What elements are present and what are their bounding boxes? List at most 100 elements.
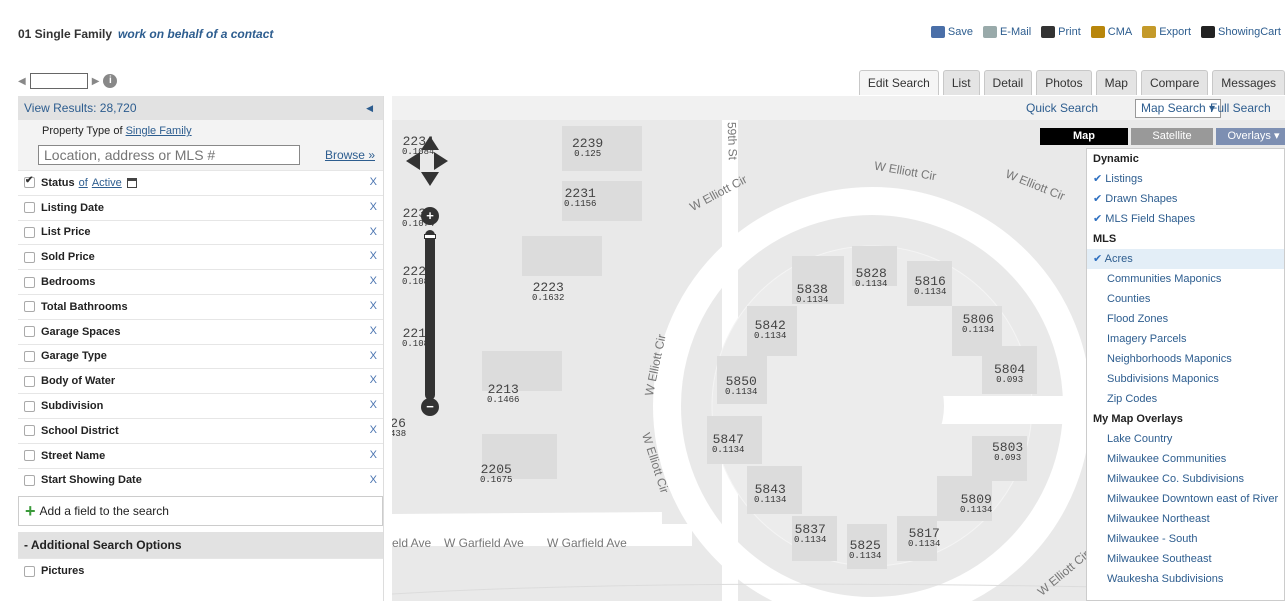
parcel-label[interactable]: 5847 0.1134 [712,433,744,456]
page-input[interactable] [29,73,88,89]
criteria-checkbox[interactable] [24,251,35,263]
prev-arrow-icon[interactable]: ◀ [18,76,26,87]
additional-option-row[interactable]: Pictures [18,558,383,583]
view-results-bar[interactable]: View Results: 28,720 ◀ [18,96,383,120]
criteria-row[interactable]: List Price X [18,219,383,245]
zoom-slider-handle[interactable] [424,234,436,239]
criteria-row[interactable]: Body of Water X [18,368,383,393]
criteria-checkbox[interactable] [24,175,35,189]
overlay-item[interactable]: ✔ Drawn Shapes [1087,189,1284,209]
criteria-checkbox[interactable] [24,474,35,486]
criteria-row[interactable]: Subdivision X [18,393,383,418]
parcel-label[interactable]: 2223 0.1632 [532,281,564,304]
showingcart-button[interactable]: ShowingCart [1201,26,1281,38]
pan-down-icon[interactable] [421,172,439,186]
overlay-item[interactable]: Waukesha Subdivisions [1087,569,1284,589]
quick-search-link[interactable]: Quick Search [1026,101,1098,115]
save-button[interactable]: Save [930,26,973,38]
zoom-slider[interactable] [424,230,436,400]
parcel-label[interactable]: 2239 0.125 [572,137,603,160]
remove-criteria-button[interactable]: X [370,176,377,188]
parcel-label[interactable]: 5837 0.1134 [794,523,826,546]
criteria-row[interactable]: Garage Type X [18,343,383,369]
tab-list[interactable]: List [942,70,980,95]
criteria-row[interactable]: Sold Price X [18,244,383,269]
zoom-out-icon[interactable]: − [421,398,439,416]
criteria-checkbox[interactable] [24,375,35,387]
criteria-checkbox[interactable] [24,326,35,338]
pan-up-icon[interactable] [421,136,439,150]
export-button[interactable]: Export [1142,26,1191,38]
overlay-item[interactable]: Neighborhoods Maponics [1087,349,1284,369]
remove-criteria-button[interactable]: X [370,474,377,486]
parcel-label[interactable]: 5803 0.093 [992,441,1023,464]
overlay-item[interactable]: Zip Codes [1087,389,1284,409]
info-icon[interactable]: i [103,74,118,88]
overlay-item[interactable]: ✔ MLS Field Shapes [1087,209,1284,229]
parcel-label[interactable]: 5817 0.1134 [908,527,940,550]
parcel-label[interactable]: 5850 0.1134 [725,375,757,398]
criteria-checkbox[interactable] [24,301,35,313]
remove-criteria-button[interactable]: X [370,374,377,386]
tab-edit-search[interactable]: Edit Search [858,70,939,95]
remove-criteria-button[interactable]: X [370,350,377,362]
location-search-input[interactable] [38,145,300,165]
overlay-item[interactable]: Milwaukee Southeast [1087,549,1284,569]
parcel-label[interactable]: 5816 0.1134 [914,275,946,298]
property-type-link[interactable]: Single Family [126,125,192,137]
additional-options-header[interactable]: - Additional Search Options [18,532,383,559]
browse-link[interactable]: Browse » [325,148,375,162]
remove-criteria-button[interactable]: X [370,399,377,411]
criteria-checkbox[interactable] [24,276,35,288]
criteria-checkbox[interactable] [24,450,35,462]
tab-messages[interactable]: Messages [1212,70,1285,95]
criteria-checkbox[interactable] [24,350,35,362]
map-search-dropdown[interactable]: Map Search ▾ [1135,99,1222,118]
overlay-item[interactable]: Counties [1087,289,1284,309]
remove-criteria-button[interactable]: X [370,449,377,461]
criteria-checkbox[interactable] [24,226,35,238]
zoom-in-icon[interactable]: + [421,207,439,225]
criteria-row[interactable]: StatusofActiveX [18,170,383,195]
option-checkbox[interactable] [24,565,35,577]
criteria-checkbox[interactable] [24,400,35,412]
tab-photos[interactable]: Photos [1036,70,1092,95]
overlay-item[interactable]: Milwaukee Northeast [1087,509,1284,529]
overlay-item[interactable]: ✔ Listings [1087,169,1284,189]
email-button[interactable]: E-Mail [982,26,1031,38]
parcel-label[interactable]: 5838 0.1134 [796,283,828,306]
remove-criteria-button[interactable]: X [370,201,377,213]
parcel-label[interactable]: 5806 0.1134 [962,313,994,336]
criteria-row[interactable]: Garage Spaces X [18,318,383,344]
criteria-checkbox[interactable] [24,425,35,437]
tab-map[interactable]: Map [1095,70,1137,95]
parcel-label[interactable]: 5828 0.1134 [855,267,887,290]
overlay-item[interactable]: Milwaukee Downtown east of River [1087,489,1284,509]
cma-button[interactable]: CMA [1090,26,1132,38]
map-type-satellite-button[interactable]: Satellite [1131,128,1213,145]
map-type-map-button[interactable]: Map [1040,128,1128,145]
criteria-row[interactable]: School District X [18,417,383,443]
overlay-item[interactable]: ✔ Acres [1087,249,1284,269]
overlay-item[interactable]: Milwaukee Communities [1087,449,1284,469]
remove-criteria-button[interactable]: X [370,275,377,287]
map-view[interactable]: 2239 0.125 2231 0.1156 2223 0.1632 2213 0.1466 2… [392,96,1285,601]
status-value-link[interactable]: Active [92,177,122,189]
collapse-arrow-icon[interactable]: ◀ [366,96,373,120]
overlays-button[interactable]: Overlays ▾ [1216,128,1285,145]
overlay-item[interactable]: Milwaukee Co. Subdivisions [1087,469,1284,489]
remove-criteria-button[interactable]: X [370,325,377,337]
parcel-label[interactable]: 5842 0.1134 [754,319,786,342]
calendar-icon[interactable] [126,177,137,188]
pan-left-icon[interactable] [406,152,420,170]
parcel-label[interactable]: 2213 0.1466 [487,383,519,406]
remove-criteria-button[interactable]: X [370,226,377,238]
parcel-label[interactable]: 2205 0.1675 [480,463,512,486]
parcel-label[interactable]: 2231 0.1156 [564,187,596,210]
parcel-label[interactable]: 26 438 [392,417,406,440]
overlay-item[interactable]: Milwaukee - South [1087,529,1284,549]
criteria-row[interactable]: Start Showing Date X [18,467,383,493]
tab-compare[interactable]: Compare [1140,70,1209,95]
criteria-row[interactable]: Street Name X [18,442,383,468]
criteria-row[interactable]: Total Bathrooms X [18,293,383,319]
